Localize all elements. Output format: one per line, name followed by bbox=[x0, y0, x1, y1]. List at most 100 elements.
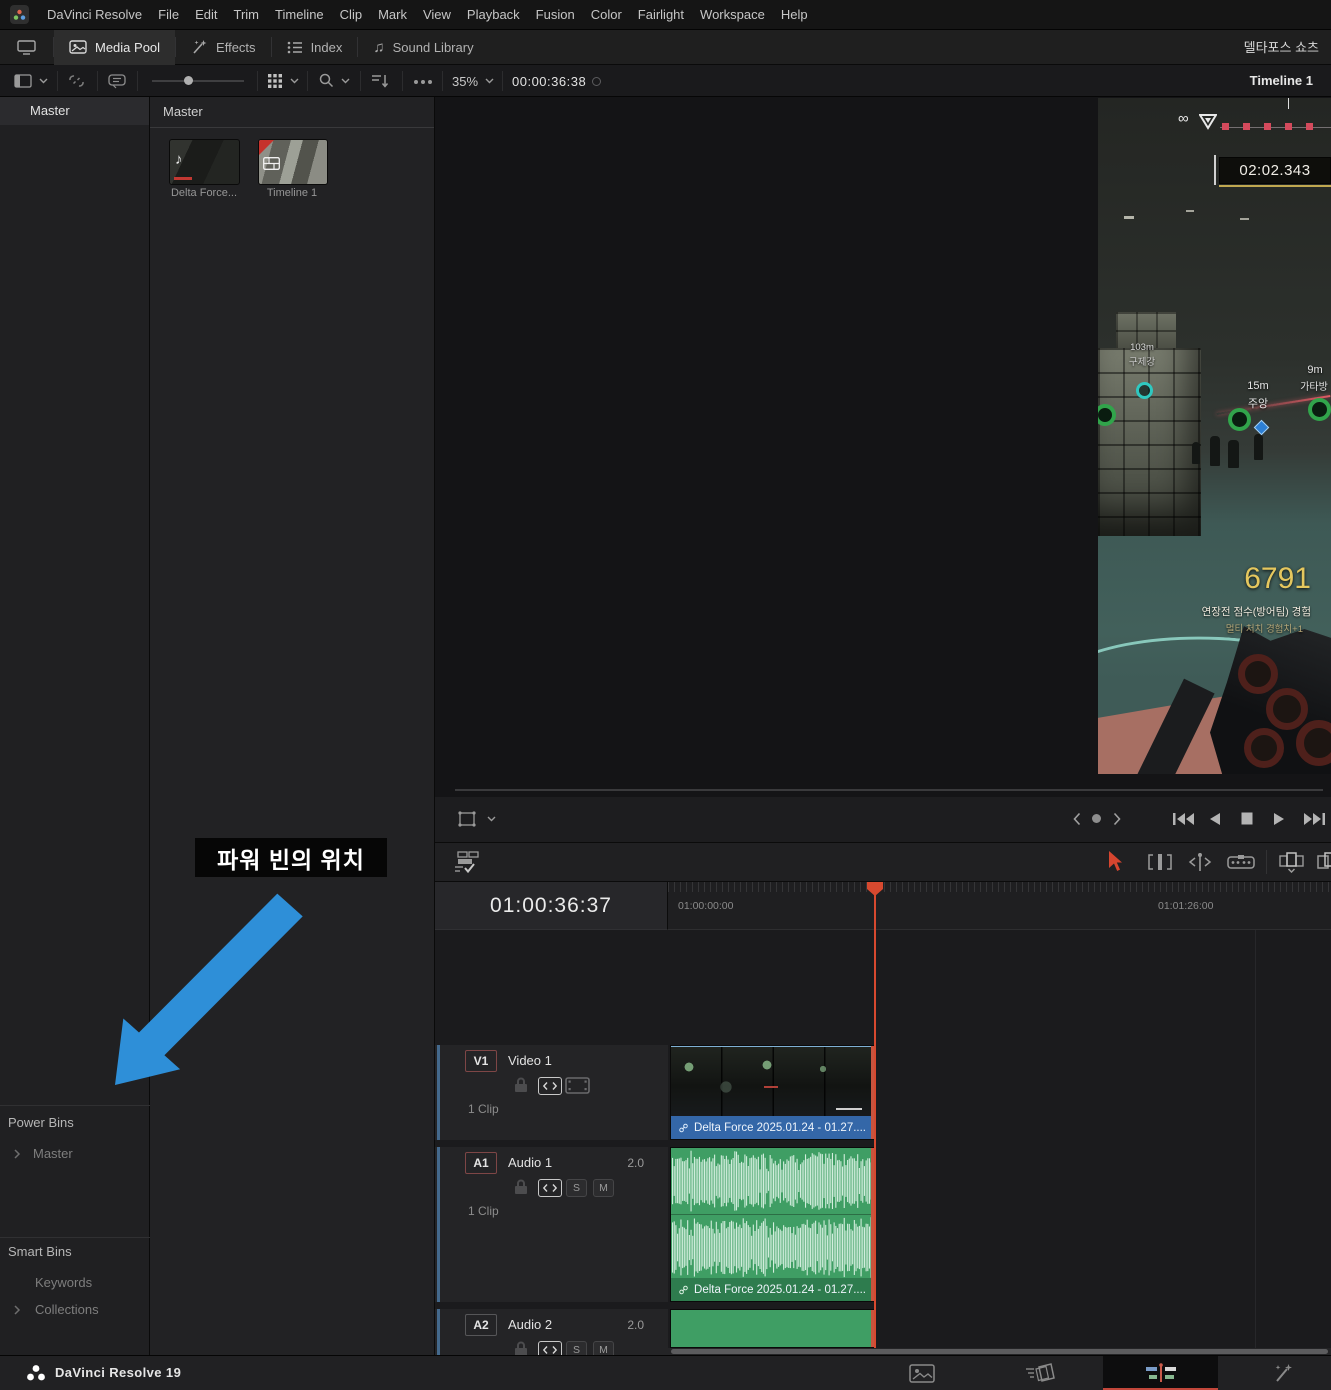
razor-edit-mode-icon[interactable] bbox=[1227, 854, 1255, 871]
overwrite-clip-icon[interactable] bbox=[1317, 852, 1331, 873]
solo-button[interactable]: S bbox=[566, 1341, 587, 1355]
chevron-right-icon[interactable] bbox=[12, 1149, 22, 1159]
weapon-barrel bbox=[1244, 728, 1284, 768]
grid-view-icon[interactable] bbox=[268, 74, 282, 88]
tab-edit-page[interactable] bbox=[1103, 1356, 1218, 1390]
sidebar-item-keywords[interactable]: Keywords bbox=[35, 1275, 92, 1290]
tab-fusion-page[interactable] bbox=[1255, 1356, 1309, 1390]
stop-icon[interactable] bbox=[1241, 812, 1253, 825]
timeline-clip-thumbnail[interactable] bbox=[258, 139, 328, 185]
play-icon[interactable] bbox=[1273, 812, 1285, 826]
menu-item-playback[interactable]: Playback bbox=[459, 0, 528, 30]
insert-clip-icon[interactable] bbox=[1279, 852, 1305, 873]
sound-library-button[interactable]: ♫ Sound Library bbox=[358, 30, 488, 65]
chevron-right-icon[interactable] bbox=[12, 1305, 22, 1315]
sidebar-item-master-bin[interactable]: Master bbox=[0, 97, 149, 125]
search-icon[interactable] bbox=[319, 73, 334, 88]
more-options-icon[interactable] bbox=[414, 80, 418, 84]
sound-library-icon: ♫ bbox=[373, 38, 385, 56]
tab-cut-page[interactable] bbox=[1013, 1356, 1067, 1390]
track-header-a1[interactable]: A1 Audio 1 2.0 S M 1 Clip bbox=[435, 1147, 668, 1302]
solo-button[interactable]: S bbox=[566, 1179, 587, 1197]
chevron-down-icon[interactable] bbox=[487, 816, 496, 822]
frame-view-icon[interactable] bbox=[565, 1077, 590, 1094]
menu-item-file[interactable]: File bbox=[150, 0, 187, 30]
selection-mode-icon[interactable] bbox=[1108, 851, 1124, 872]
play-reverse-icon[interactable] bbox=[1209, 812, 1221, 826]
bin-list-view-icon[interactable] bbox=[14, 74, 32, 88]
marker-distance: 103m bbox=[1130, 342, 1154, 353]
track-header-a2[interactable]: A2 Audio 2 2.0 S M bbox=[435, 1309, 668, 1355]
mute-button[interactable]: M bbox=[593, 1341, 614, 1355]
next-clip-icon[interactable] bbox=[1113, 812, 1121, 826]
thumbnail-size-slider-handle[interactable] bbox=[184, 76, 193, 85]
media-clip-thumbnail[interactable]: ♪ bbox=[169, 139, 240, 185]
viewer-scrub-bar[interactable] bbox=[455, 789, 1323, 791]
auto-select-icon[interactable] bbox=[538, 1179, 562, 1197]
thumbnail-size-slider[interactable] bbox=[152, 80, 244, 82]
menu-item-fusion[interactable]: Fusion bbox=[528, 0, 583, 30]
ruler-tick-label: 01:01:26:00 bbox=[1158, 900, 1214, 912]
chevron-down-icon[interactable] bbox=[39, 78, 48, 84]
menu-item-edit[interactable]: Edit bbox=[187, 0, 225, 30]
menu-item-clip[interactable]: Clip bbox=[332, 0, 370, 30]
transform-tool-icon[interactable] bbox=[457, 810, 477, 828]
first-frame-icon[interactable] bbox=[1173, 812, 1195, 826]
trim-edit-mode-icon[interactable] bbox=[1147, 853, 1173, 871]
menu-item-app[interactable]: DaVinci Resolve bbox=[39, 0, 150, 30]
playhead[interactable] bbox=[874, 882, 876, 1348]
app-logo-icon[interactable] bbox=[10, 5, 29, 24]
lock-track-icon[interactable] bbox=[514, 1341, 528, 1355]
media-pool-button[interactable]: Media Pool bbox=[54, 29, 176, 65]
previous-clip-icon[interactable] bbox=[1073, 812, 1081, 826]
menu-item-trim[interactable]: Trim bbox=[226, 0, 268, 30]
dynamic-trim-mode-icon[interactable] bbox=[1187, 853, 1213, 871]
menu-item-mark[interactable]: Mark bbox=[370, 0, 415, 30]
sidebar-item-power-bins-master[interactable]: Master bbox=[33, 1146, 73, 1161]
viewer-video[interactable]: ∞ 02:02.343 103m 구제강 15m 주앙 9m 가타방 6791 … bbox=[1098, 98, 1331, 774]
timeline-audio-clip-2[interactable] bbox=[670, 1309, 875, 1348]
mute-button[interactable]: M bbox=[593, 1179, 614, 1197]
sidebar-item-collections[interactable]: Collections bbox=[35, 1302, 99, 1317]
timeline-ruler[interactable]: 01:00:00:00 01:01:26:00 bbox=[668, 882, 1331, 930]
sort-order-icon[interactable] bbox=[372, 74, 389, 88]
timeline-selector[interactable]: Timeline 1 bbox=[1250, 65, 1313, 97]
video-clip-thumbnails bbox=[671, 1046, 874, 1118]
track-header-v1[interactable]: V1 Video 1 1 Clip bbox=[435, 1045, 668, 1140]
last-frame-icon[interactable] bbox=[1303, 812, 1325, 826]
track-destination-a1[interactable]: A1 bbox=[465, 1152, 497, 1174]
marker-name: 가타방 bbox=[1300, 382, 1328, 393]
menu-item-timeline[interactable]: Timeline bbox=[267, 0, 332, 30]
lock-track-icon[interactable] bbox=[514, 1179, 528, 1195]
track-destination-v1[interactable]: V1 bbox=[465, 1050, 497, 1072]
flag-marker-icon[interactable] bbox=[108, 74, 126, 89]
menu-item-color[interactable]: Color bbox=[583, 0, 630, 30]
lock-track-icon[interactable] bbox=[514, 1077, 528, 1093]
index-label: Index bbox=[310, 39, 343, 55]
smart-bins-header: Smart Bins bbox=[8, 1244, 72, 1259]
zoom-level-value[interactable]: 35% bbox=[452, 74, 478, 89]
menu-item-help[interactable]: Help bbox=[773, 0, 816, 30]
tab-media-page[interactable] bbox=[895, 1356, 949, 1390]
chevron-down-icon[interactable] bbox=[485, 78, 494, 84]
current-clip-icon[interactable] bbox=[1092, 814, 1101, 823]
unlink-clips-icon[interactable] bbox=[68, 73, 85, 89]
track-destination-a2[interactable]: A2 bbox=[465, 1314, 497, 1336]
menu-item-view[interactable]: View bbox=[415, 0, 459, 30]
effects-button[interactable]: Effects bbox=[176, 30, 271, 65]
menu-item-workspace[interactable]: Workspace bbox=[692, 0, 773, 30]
timeline-horizontal-scrollbar[interactable] bbox=[668, 1348, 1331, 1355]
chevron-down-icon[interactable] bbox=[290, 78, 299, 84]
menu-item-fairlight[interactable]: Fairlight bbox=[630, 0, 692, 30]
chevron-down-icon[interactable] bbox=[341, 78, 350, 84]
index-button[interactable]: Index bbox=[272, 30, 358, 65]
scrollbar-thumb[interactable] bbox=[671, 1349, 1328, 1354]
timeline-audio-clip[interactable]: Delta Force 2025.01.24 - 01.27.... bbox=[670, 1147, 875, 1302]
timeline-view-options-icon[interactable] bbox=[455, 851, 481, 874]
workspace-layout-button[interactable] bbox=[0, 30, 53, 65]
timeline-viewer: ∞ 02:02.343 103m 구제강 15m 주앙 9m 가타방 6791 … bbox=[435, 97, 1331, 797]
auto-select-icon[interactable] bbox=[538, 1077, 562, 1095]
timeline-video-clip[interactable]: Delta Force 2025.01.24 - 01.27.... bbox=[670, 1045, 875, 1140]
auto-select-icon[interactable] bbox=[538, 1341, 562, 1355]
davinci-logo-icon bbox=[27, 1365, 45, 1381]
